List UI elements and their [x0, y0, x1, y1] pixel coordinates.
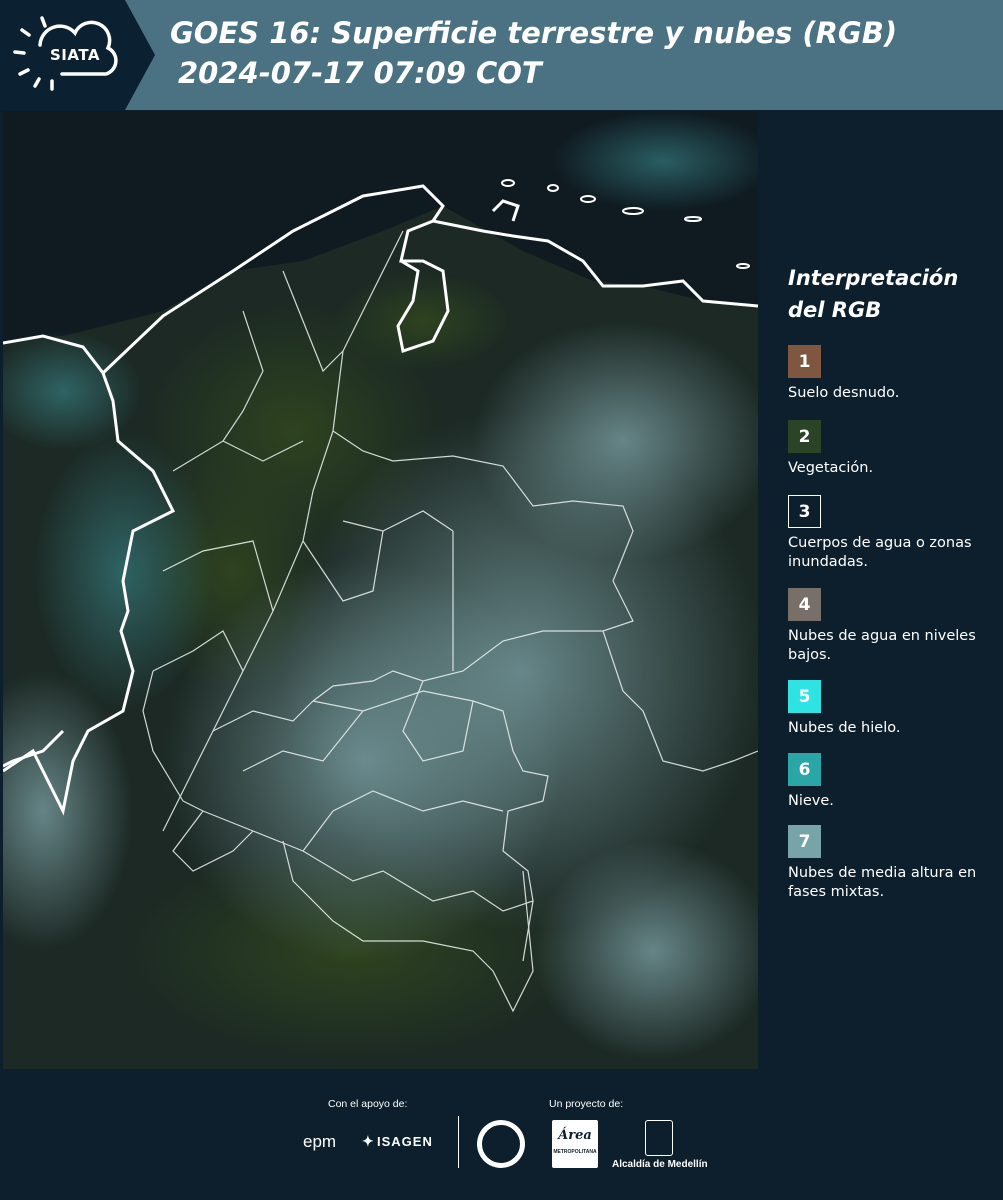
alcaldia-shield-icon [645, 1120, 673, 1156]
legend-title-line1: Interpretación [788, 266, 959, 290]
footer-divider [458, 1116, 459, 1168]
legend-swatch: 6 [788, 753, 821, 786]
legend-swatch: 1 [788, 345, 821, 378]
legend-label: Nubes de media altura en fases mixtas. [788, 865, 977, 900]
siata-logo[interactable]: SIATA [0, 0, 155, 110]
header-bar: SIATA GOES 16: Superficie terrestre y nu… [0, 0, 1003, 110]
alcaldia-logo-text[interactable]: Alcaldía de Medellín [612, 1159, 708, 1170]
legend-swatch: 7 [788, 825, 821, 858]
legend-label: Nubes de hielo. [788, 720, 901, 736]
legend-label: Vegetación. [788, 460, 874, 476]
legend-label: Suelo desnudo. [788, 385, 900, 401]
isagen-logo[interactable]: ISAGEN [377, 1134, 433, 1149]
legend-swatch: 5 [788, 680, 821, 713]
legend-label: Nieve. [788, 793, 834, 809]
legend-item-vegetation: 2 Vegetación. [788, 420, 993, 478]
siata-logo-text: SIATA [50, 46, 101, 64]
legend-item-snow: 6 Nieve. [788, 753, 993, 811]
page-title: GOES 16: Superficie terrestre y nubes (R… [170, 16, 898, 50]
legend-title-line2: del RGB [788, 298, 882, 322]
epm-logo[interactable]: epm [303, 1132, 336, 1152]
legend-title: Interpretación del RGB [788, 262, 988, 326]
legend-item-mid-clouds: 7 Nubes de media altura en fases mixtas. [788, 825, 993, 902]
satellite-map [3, 111, 758, 1069]
area-logo-text: Área [558, 1128, 592, 1143]
area-logo-sub: METROPOLITANA [553, 1149, 597, 1155]
legend-swatch: 4 [788, 588, 821, 621]
support-label: Con el apoyo de: [328, 1098, 408, 1110]
footer: Con el apoyo de: Un proyecto de: epm ✦ I… [0, 1070, 1003, 1200]
legend-label: Nubes de agua en niveles bajos. [788, 628, 976, 663]
isagen-icon: ✦ [362, 1133, 374, 1149]
legend-swatch: 2 [788, 420, 821, 453]
medellin-emblem-icon[interactable] [477, 1120, 525, 1168]
area-metropolitana-logo[interactable]: Área METROPOLITANA [552, 1120, 598, 1168]
project-label: Un proyecto de: [549, 1098, 624, 1110]
legend-item-water: 3 Cuerpos de agua o zonas inundadas. [788, 495, 993, 572]
legend-item-low-clouds: 4 Nubes de agua en niveles bajos. [788, 588, 993, 665]
legend-item-bare-soil: 1 Suelo desnudo. [788, 345, 993, 403]
legend-swatch: 3 [788, 495, 821, 528]
page-timestamp: 2024-07-17 07:09 COT [178, 56, 542, 90]
legend-item-ice-clouds: 5 Nubes de hielo. [788, 680, 993, 738]
legend-label: Cuerpos de agua o zonas inundadas. [788, 535, 972, 570]
